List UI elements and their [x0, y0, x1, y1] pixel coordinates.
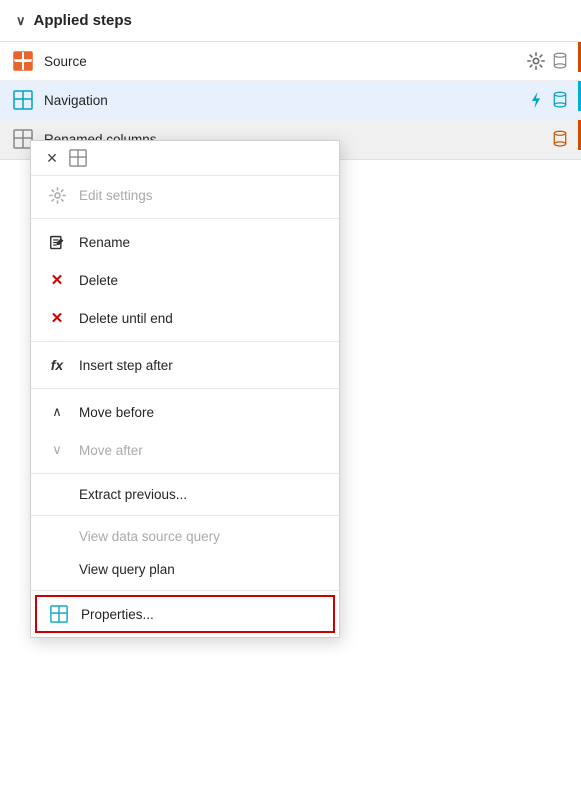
divider-2	[31, 341, 339, 342]
delete-icon: ✕	[47, 270, 67, 290]
cylinder-teal-icon	[551, 91, 569, 109]
fx-icon: fx	[47, 355, 67, 375]
menu-rename-label: Rename	[79, 235, 130, 250]
delete-until-end-x-icon: ✕	[51, 309, 64, 327]
menu-move-after-label: Move after	[79, 443, 143, 458]
menu-move-before-label: Move before	[79, 405, 154, 420]
properties-grid-svg	[50, 605, 68, 623]
divider-5	[31, 515, 339, 516]
step-source[interactable]: Source	[0, 42, 581, 81]
gear-icon[interactable]	[527, 52, 545, 70]
menu-item-move-after[interactable]: ∨ Move after	[31, 431, 339, 469]
menu-item-view-data-source-query[interactable]: View data source query	[31, 520, 339, 553]
applied-steps-panel: ∨ Applied steps Source	[0, 0, 581, 801]
context-menu: ✕ Edit settings	[30, 140, 340, 638]
context-header-icon	[69, 149, 87, 167]
divider-1	[31, 218, 339, 219]
delete-until-end-icon: ✕	[47, 308, 67, 328]
applied-steps-header: ∨ Applied steps	[0, 0, 581, 42]
cylinder-orange-icon	[551, 130, 569, 148]
menu-item-insert-step-after[interactable]: fx Insert step after	[31, 346, 339, 384]
delete-x-icon: ✕	[51, 271, 64, 289]
grid-teal-icon	[13, 90, 33, 110]
rename-icon	[47, 232, 67, 252]
fx-text-icon: fx	[51, 357, 63, 373]
menu-view-query-plan-label: View query plan	[79, 562, 175, 577]
properties-grid-icon	[49, 604, 69, 624]
menu-item-delete-until-end[interactable]: ✕ Delete until end	[31, 299, 339, 337]
panel-title: Applied steps	[34, 12, 132, 29]
step-navigation-icon	[12, 89, 34, 111]
divider-3	[31, 388, 339, 389]
edit-settings-icon	[47, 185, 67, 205]
step-navigation-actions	[527, 91, 569, 109]
menu-item-view-query-plan[interactable]: View query plan	[31, 553, 339, 586]
step-source-label: Source	[44, 54, 527, 69]
step-source-icon	[12, 50, 34, 72]
chevron-icon: ∨	[16, 13, 26, 29]
chevron-down-icon: ∨	[47, 440, 67, 460]
step-navigation-label: Navigation	[44, 93, 527, 108]
menu-view-data-source-query-label: View data source query	[79, 529, 220, 544]
menu-item-properties[interactable]: Properties...	[35, 595, 335, 633]
rename-svg-icon	[49, 234, 66, 251]
menu-item-move-before[interactable]: ∧ Move before	[31, 393, 339, 431]
menu-item-rename[interactable]: Rename	[31, 223, 339, 261]
menu-item-delete[interactable]: ✕ Delete	[31, 261, 339, 299]
gear-menu-icon	[49, 187, 66, 204]
menu-edit-settings-label: Edit settings	[79, 188, 153, 203]
cylinder-icon	[551, 52, 569, 70]
step-renamed-columns-actions	[551, 130, 569, 148]
step-source-actions	[527, 52, 569, 70]
grid-orange-icon	[13, 51, 33, 71]
context-menu-close-row: ✕	[31, 141, 339, 176]
divider-4	[31, 473, 339, 474]
menu-insert-step-label: Insert step after	[79, 358, 173, 373]
step-navigation[interactable]: Navigation	[0, 81, 581, 120]
divider-6	[31, 590, 339, 591]
chevron-up-icon: ∧	[47, 402, 67, 422]
menu-delete-until-end-label: Delete until end	[79, 311, 173, 326]
close-button[interactable]: ✕	[41, 147, 63, 169]
menu-extract-previous-label: Extract previous...	[79, 487, 187, 502]
menu-delete-label: Delete	[79, 273, 118, 288]
menu-item-extract-previous[interactable]: Extract previous...	[31, 478, 339, 511]
menu-properties-label: Properties...	[81, 607, 154, 622]
menu-item-edit-settings[interactable]: Edit settings	[31, 176, 339, 214]
lightning-teal-icon	[527, 91, 545, 109]
